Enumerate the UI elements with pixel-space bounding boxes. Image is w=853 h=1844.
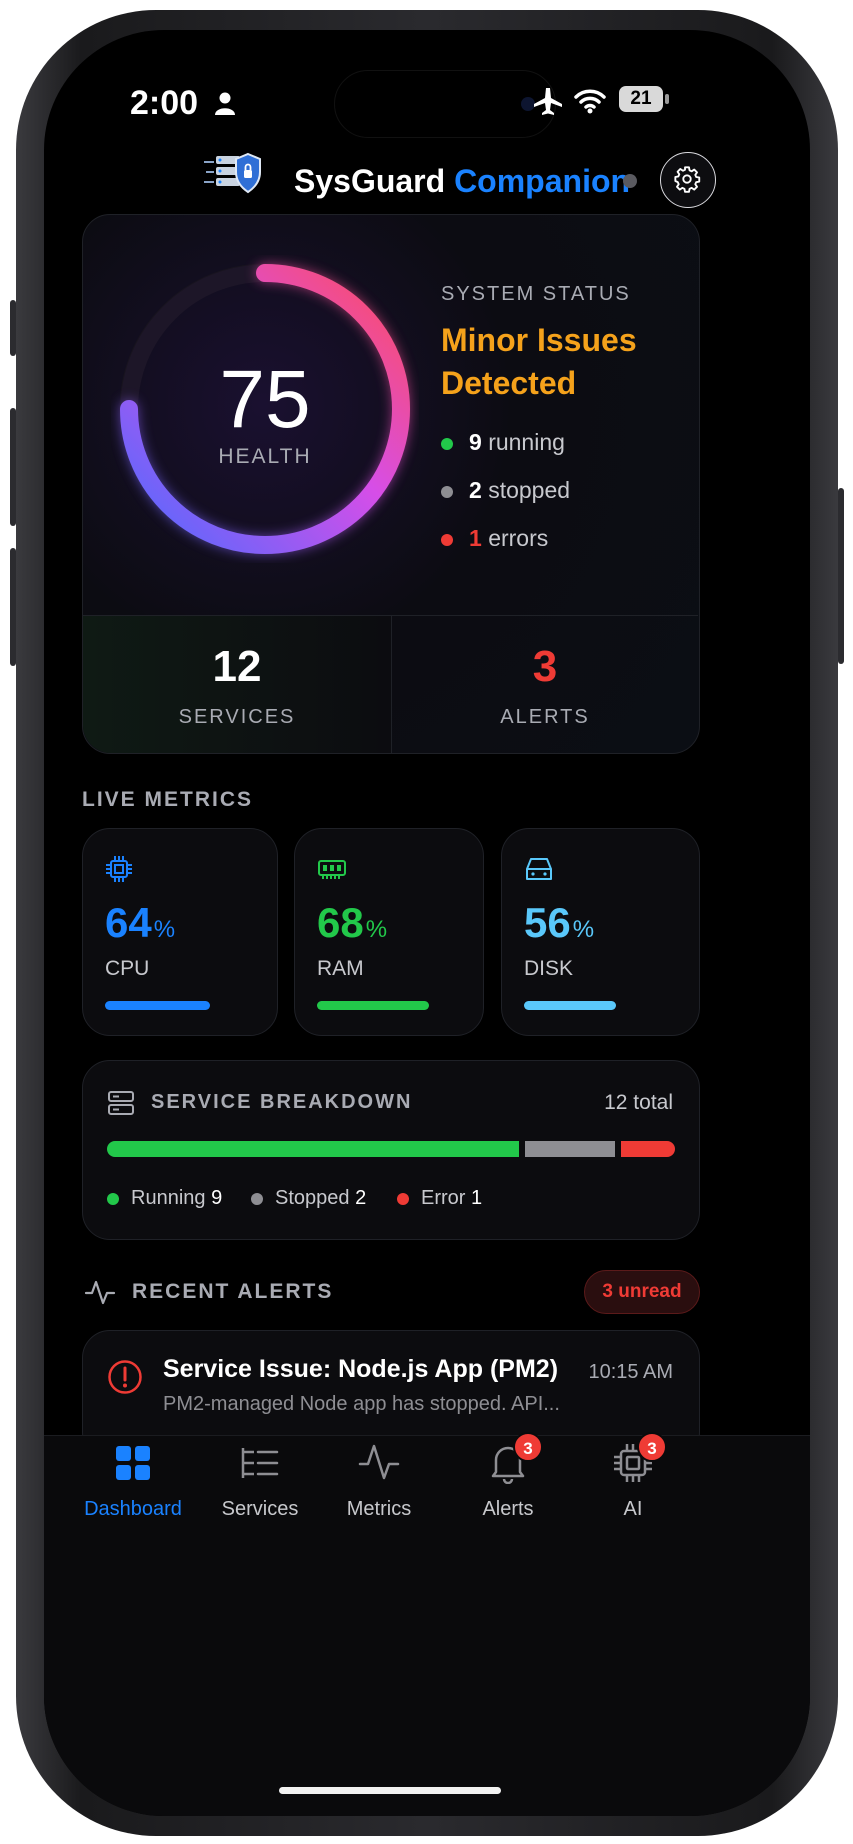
volume-down-button (10, 548, 16, 666)
pulse-icon (358, 1444, 400, 1480)
disk-metric-card[interactable]: 56% DISK (501, 828, 700, 1036)
alert-body: PM2-managed Node app has stopped. API... (163, 1393, 560, 1415)
grid-icon (116, 1446, 150, 1480)
stopped-legend: Stopped 2 (251, 1187, 366, 1210)
stopped-count-row: 2 stopped (441, 477, 570, 504)
health-score: 75 (219, 354, 311, 445)
alerts-tab-badge: 3 (513, 1432, 543, 1462)
screen: 2:00 21 SysGuard Companion 75 HEALTH SYS… (44, 30, 810, 1816)
cpu-label: CPU (105, 957, 150, 980)
home-indicator (279, 1787, 501, 1794)
unread-badge[interactable]: 3 unread (584, 1270, 700, 1314)
dynamic-island (334, 70, 556, 138)
health-card[interactable]: 75 HEALTH SYSTEM STATUS Minor Issues Det… (82, 214, 700, 754)
tab-metrics-label: Metrics (346, 1498, 412, 1520)
error-legend: Error 1 (397, 1187, 482, 1210)
cpu-metric-card[interactable]: 64% CPU (82, 828, 278, 1036)
recent-alerts-title: RECENT ALERTS (132, 1280, 334, 1303)
alert-title: Service Issue: Node.js App (PM2) (163, 1355, 559, 1383)
mute-switch (10, 300, 16, 356)
status-time: 2:00 (130, 84, 236, 123)
person-icon (214, 92, 235, 115)
alerts-stat[interactable]: 3 ALERTS (392, 616, 698, 753)
live-metrics-title: LIVE METRICS (82, 788, 254, 811)
running-legend: Running 9 (107, 1187, 222, 1210)
activity-icon (84, 1280, 116, 1305)
running-segment (107, 1141, 519, 1157)
services-count: 12 (212, 642, 262, 691)
ram-value: 68% (317, 899, 388, 946)
airplane-icon (534, 88, 562, 115)
tab-ai-label: AI (623, 1498, 643, 1520)
alerts-label: ALERTS (500, 706, 590, 728)
settings-button[interactable] (660, 152, 716, 208)
errors-count-row: 1 errors (441, 525, 548, 552)
error-segment (621, 1141, 675, 1157)
disk-progress-bar (524, 1001, 616, 1010)
disk-label: DISK (524, 957, 574, 980)
services-label: SERVICES (178, 706, 296, 728)
memory-icon (318, 860, 346, 879)
tab-dashboard-label: Dashboard (84, 1498, 182, 1520)
tab-alerts-label: Alerts (482, 1498, 534, 1520)
alert-time: 10:15 AM (588, 1361, 673, 1383)
phone-frame: 2:00 21 SysGuard Companion 75 HEALTH SYS… (10, 10, 844, 1836)
stopped-segment (525, 1141, 615, 1157)
service-breakdown-total: 12 total (604, 1091, 673, 1114)
app-title: SysGuard Companion (294, 163, 631, 199)
cpu-progress-bar (105, 1001, 210, 1010)
list-icon (241, 1448, 279, 1478)
alerts-count: 3 (532, 642, 558, 691)
disk-value: 56% (524, 899, 595, 946)
tab-bar (44, 1435, 810, 1816)
service-breakdown-card[interactable]: SERVICE BREAKDOWN 12 total Running 9 Sto… (82, 1060, 700, 1240)
connection-status-dot (623, 174, 637, 188)
system-status-label: SYSTEM STATUS (441, 283, 631, 305)
server-stack-icon (108, 1091, 134, 1115)
cpu-icon (106, 856, 132, 882)
service-breakdown-title: SERVICE BREAKDOWN (151, 1091, 413, 1113)
disk-icon (526, 858, 552, 880)
gear-icon (674, 166, 701, 193)
health-score-label: HEALTH (218, 445, 312, 468)
battery-indicator: 21 (619, 86, 663, 112)
running-count-row: 9 running (441, 429, 565, 456)
power-button (838, 488, 844, 664)
system-status-text: Minor Issues Detected (441, 322, 637, 401)
wifi-icon (574, 89, 606, 114)
services-stat[interactable]: 12 SERVICES (83, 616, 391, 753)
battery-cap (665, 94, 669, 104)
server-shield-logo-icon (204, 152, 261, 194)
ram-label: RAM (317, 957, 364, 980)
error-alert-icon (108, 1360, 142, 1394)
volume-up-button (10, 408, 16, 526)
ram-progress-bar (317, 1001, 429, 1010)
ram-metric-card[interactable]: 68% RAM (294, 828, 484, 1036)
ai-tab-badge: 3 (637, 1432, 667, 1462)
cpu-value: 64% (105, 899, 176, 946)
